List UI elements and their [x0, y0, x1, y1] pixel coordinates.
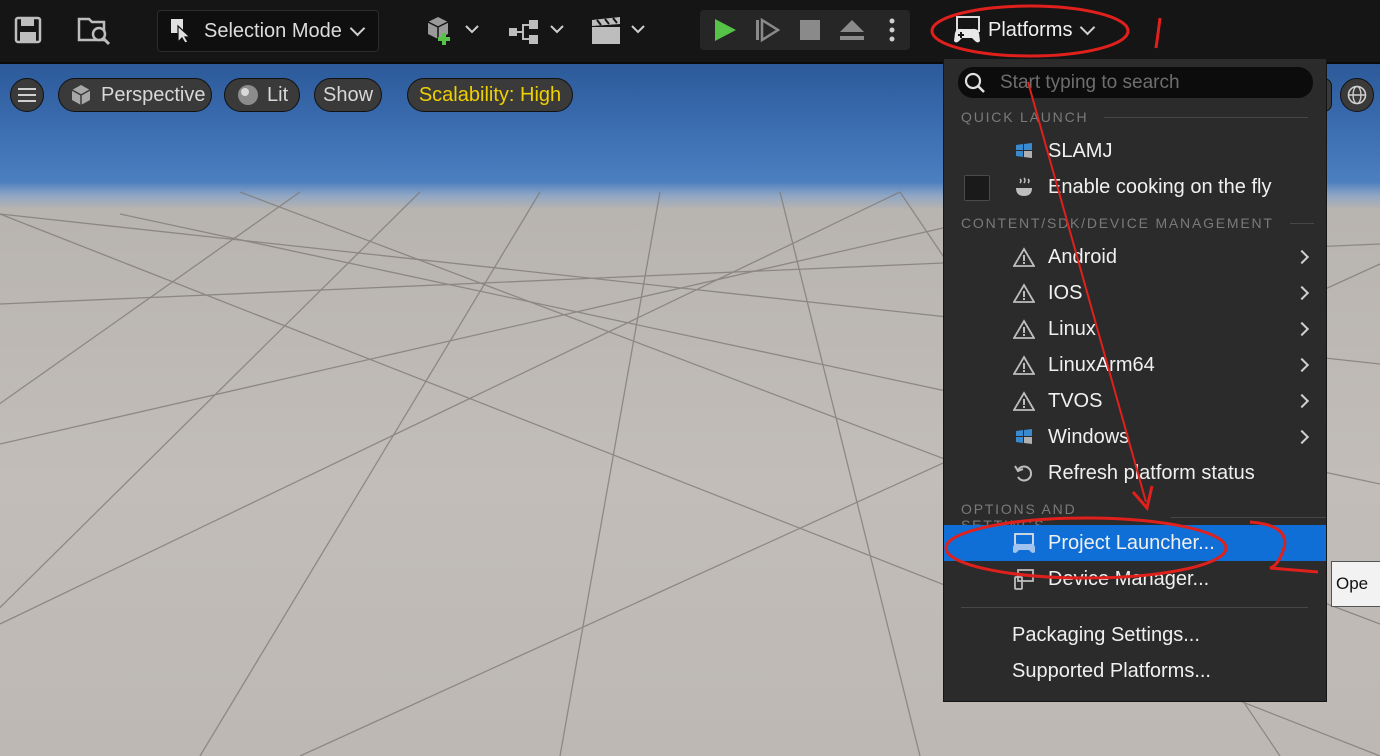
chevron-right-icon [1294, 285, 1310, 301]
device-icon [1012, 568, 1036, 590]
perspective-label: Perspective [101, 83, 206, 106]
globe-button[interactable] [1340, 78, 1374, 112]
tooltip: Ope [1331, 561, 1380, 607]
cinematics-icon[interactable] [588, 14, 648, 48]
scalability-label: Scalability: High [418, 83, 562, 106]
chevron-right-icon [1294, 393, 1310, 409]
search-icon [964, 72, 985, 93]
show-button[interactable]: Show [314, 78, 382, 112]
main-toolbar: Selection Mode Platforms [0, 0, 1380, 64]
sphere-icon [238, 85, 258, 105]
search-field[interactable]: Start typing to search [958, 67, 1313, 98]
refresh-icon [1012, 462, 1036, 484]
menu-item-linuxarm64[interactable]: LinuxArm64 [944, 347, 1326, 383]
menu-item-label: IOS [1048, 281, 1083, 304]
stop-icon[interactable] [795, 16, 825, 44]
search-placeholder: Start typing to search [1000, 71, 1180, 93]
menu-item-project-launcher[interactable]: Project Launcher... [944, 525, 1326, 561]
save-icon[interactable] [12, 14, 44, 46]
chevron-right-icon [1294, 249, 1310, 265]
menu-item-refresh[interactable]: Refresh platform status [944, 455, 1326, 491]
platforms-button[interactable]: Platforms [952, 10, 1096, 50]
menu-item-label: Project Launcher... [1048, 531, 1215, 554]
section-label: QUICK LAUNCH [961, 109, 1089, 125]
section-content-sdk: CONTENT/SDK/DEVICE MANAGEMENT [961, 215, 1314, 231]
menu-icon [18, 88, 36, 102]
section-quick-launch: QUICK LAUNCH [961, 109, 1309, 125]
menu-item-tvos[interactable]: TVOS [944, 383, 1326, 419]
menu-item-label: Linux [1048, 317, 1096, 340]
menu-item-slamj[interactable]: SLAMJ [944, 133, 1326, 169]
menu-item-label: Refresh platform status [1048, 461, 1255, 484]
divider [1171, 516, 1326, 518]
menu-item-label: TVOS [1048, 389, 1103, 412]
gamepad-icon [952, 15, 982, 45]
chevron-right-icon [1294, 321, 1310, 337]
warning-icon [1012, 354, 1036, 376]
menu-item-label: Packaging Settings... [1012, 623, 1200, 646]
menu-item-ios[interactable]: IOS [944, 275, 1326, 311]
checkbox[interactable] [964, 175, 990, 201]
section-label: CONTENT/SDK/DEVICE MANAGEMENT [961, 215, 1274, 231]
lit-label: Lit [267, 83, 289, 106]
windows-icon [1012, 426, 1036, 448]
warning-icon [1012, 282, 1036, 304]
perspective-button[interactable]: Perspective [58, 78, 212, 112]
divider [961, 607, 1308, 608]
menu-item-label: Device Manager... [1048, 567, 1210, 590]
play-controls [700, 10, 910, 50]
divider [1104, 116, 1309, 118]
menu-item-label: Windows [1048, 425, 1130, 448]
platforms-label: Platforms [988, 18, 1073, 41]
content-browser-icon[interactable] [74, 12, 114, 48]
step-icon[interactable] [752, 16, 782, 44]
divider [1289, 222, 1314, 224]
chevron-right-icon [1294, 357, 1310, 373]
menu-item-label: SLAMJ [1048, 139, 1113, 162]
cook-icon [1012, 176, 1036, 198]
scalability-button[interactable]: Scalability: High [407, 78, 573, 112]
play-icon[interactable] [710, 16, 740, 44]
warning-icon [1012, 246, 1036, 268]
menu-item-device-manager[interactable]: Device Manager... [944, 561, 1326, 597]
add-actor-icon[interactable] [422, 14, 480, 48]
chevron-right-icon [1294, 429, 1310, 445]
show-label: Show [322, 83, 374, 106]
tooltip-text: Ope [1336, 574, 1369, 593]
windows-icon [1012, 140, 1036, 162]
viewport-menu-button[interactable] [10, 78, 44, 112]
menu-item-packaging-settings[interactable]: Packaging Settings... [944, 617, 1326, 653]
menu-item-label: Android [1048, 245, 1117, 268]
chevron-down-icon [349, 20, 366, 36]
launcher-icon [1012, 532, 1036, 554]
eject-icon[interactable] [837, 16, 867, 44]
selection-mode-dropdown[interactable]: Selection Mode [157, 10, 379, 52]
cube-icon [71, 85, 91, 105]
menu-item-windows[interactable]: Windows [944, 419, 1326, 455]
lit-button[interactable]: Lit [224, 78, 300, 112]
menu-item-cook-on-fly[interactable]: Enable cooking on the fly [944, 169, 1326, 205]
warning-icon [1012, 318, 1036, 340]
globe-icon [1347, 85, 1367, 105]
menu-item-label: LinuxArm64 [1048, 353, 1155, 376]
warning-icon [1012, 390, 1036, 412]
menu-item-label: Enable cooking on the fly [1048, 175, 1272, 198]
menu-item-linux[interactable]: Linux [944, 311, 1326, 347]
menu-item-label: Supported Platforms... [1012, 659, 1211, 682]
menu-item-supported-platforms[interactable]: Supported Platforms... [944, 653, 1326, 689]
platforms-menu: Start typing to search QUICK LAUNCH SLAM… [943, 58, 1327, 702]
menu-item-android[interactable]: Android [944, 239, 1326, 275]
cursor-icon [170, 18, 192, 44]
selection-mode-label: Selection Mode [204, 19, 342, 42]
blueprint-icon[interactable] [505, 14, 565, 48]
chevron-down-icon [1080, 19, 1096, 35]
more-options-icon[interactable] [880, 16, 904, 44]
